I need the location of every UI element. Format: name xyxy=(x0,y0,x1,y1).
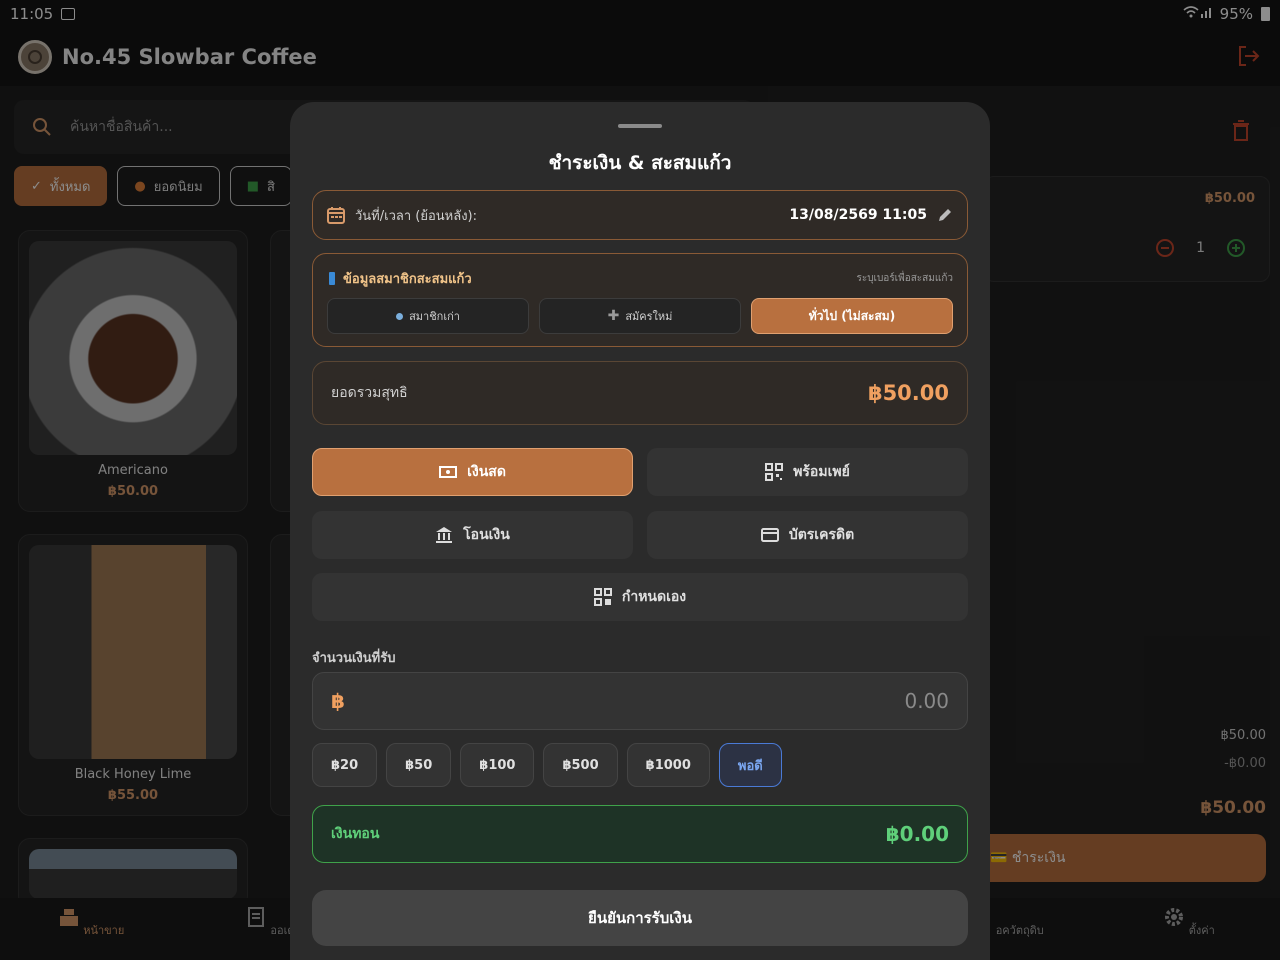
bank-icon xyxy=(436,527,453,543)
amount-received-placeholder: 0.00 xyxy=(904,689,949,713)
net-total-value: ฿50.00 xyxy=(867,381,949,405)
net-total-label: ยอดรวมสุทธิ xyxy=(331,385,408,401)
pay-method-label: พร้อมเพย์ xyxy=(793,464,850,480)
phone-icon xyxy=(329,272,335,285)
quick-amount-500[interactable]: ฿500 xyxy=(543,743,618,787)
pay-method-transfer[interactable]: โอนเงิน xyxy=(312,511,633,559)
member-new-button[interactable]: ✚ สมัครใหม่ xyxy=(539,298,741,334)
qr-scan-icon xyxy=(593,588,612,606)
date-value: 13/08/2569 11:05 xyxy=(789,207,927,223)
member-section-title: ข้อมูลสมาชิกสะสมแก้ว xyxy=(329,268,472,289)
pay-method-cash[interactable]: เงินสด xyxy=(312,448,633,496)
pay-method-label: บัตรเครดิต xyxy=(788,527,855,543)
quick-amount-100[interactable]: ฿100 xyxy=(460,743,535,787)
cash-icon xyxy=(439,466,458,478)
amount-received-label: จำนวนเงินที่รับ xyxy=(312,651,396,666)
backdate-field[interactable]: วันที่/เวลา (ย้อนหลัง): 13/08/2569 11:05 xyxy=(312,190,968,240)
qr-code-icon xyxy=(765,463,784,481)
quick-amount-exact[interactable]: พอดี xyxy=(718,743,782,787)
quick-amount-20[interactable]: ฿20 xyxy=(312,743,378,787)
member-hint: ระบุเบอร์เพื่อสะสมแก้ว xyxy=(856,273,953,284)
payment-bottom-sheet: ชำระเงิน & สะสมแก้ว วันที่/เวลา (ย้อนหลั… xyxy=(290,102,990,960)
credit-card-icon xyxy=(760,528,779,542)
amount-received-input[interactable]: ฿ 0.00 xyxy=(312,672,968,730)
change-box: เงินทอน ฿0.00 xyxy=(312,805,968,863)
quick-amount-buttons: ฿20 ฿50 ฿100 ฿500 ฿1000 พอดี xyxy=(312,743,782,787)
pay-method-label: เงินสด xyxy=(467,464,506,480)
member-type-selector: สมาชิกเก่า ✚ สมัครใหม่ ทั่วไป (ไม่สะสม) xyxy=(327,298,953,334)
currency-symbol: ฿ xyxy=(331,689,345,713)
net-total-box: ยอดรวมสุทธิ ฿50.00 xyxy=(312,361,968,425)
quick-amount-1000[interactable]: ฿1000 xyxy=(626,743,710,787)
pay-method-promptpay[interactable]: พร้อมเพย์ xyxy=(647,448,968,496)
quick-amount-50[interactable]: ฿50 xyxy=(386,743,452,787)
member-existing-button[interactable]: สมาชิกเก่า xyxy=(327,298,529,334)
member-option-label: สมัครใหม่ xyxy=(625,310,673,323)
pay-method-custom[interactable]: กำหนดเอง xyxy=(312,573,968,621)
plus-icon: ✚ xyxy=(607,308,620,324)
edit-pencil-icon[interactable] xyxy=(937,207,953,223)
member-option-label: สมาชิกเก่า xyxy=(409,310,460,323)
change-value: ฿0.00 xyxy=(885,822,949,846)
member-section: ข้อมูลสมาชิกสะสมแก้ว ระบุเบอร์เพื่อสะสมแ… xyxy=(312,253,968,347)
confirm-payment-button[interactable]: ยืนยันการรับเงิน xyxy=(312,890,968,946)
member-option-label: ทั่วไป (ไม่สะสม) xyxy=(808,308,896,323)
calendar-icon xyxy=(327,207,345,224)
modal-title: ชำระเงิน & สะสมแก้ว xyxy=(548,152,732,174)
member-title-text: ข้อมูลสมาชิกสะสมแก้ว xyxy=(343,272,472,287)
search-dot-icon xyxy=(396,312,404,320)
sheet-drag-handle[interactable] xyxy=(618,124,662,128)
pay-method-label: กำหนดเอง xyxy=(621,589,687,605)
member-general-button[interactable]: ทั่วไป (ไม่สะสม) xyxy=(751,298,953,334)
pay-method-label: โอนเงิน xyxy=(463,527,510,543)
change-label: เงินทอน xyxy=(331,826,380,842)
pay-method-credit-card[interactable]: บัตรเครดิต xyxy=(647,511,968,559)
date-label: วันที่/เวลา (ย้อนหลัง): xyxy=(355,208,477,224)
